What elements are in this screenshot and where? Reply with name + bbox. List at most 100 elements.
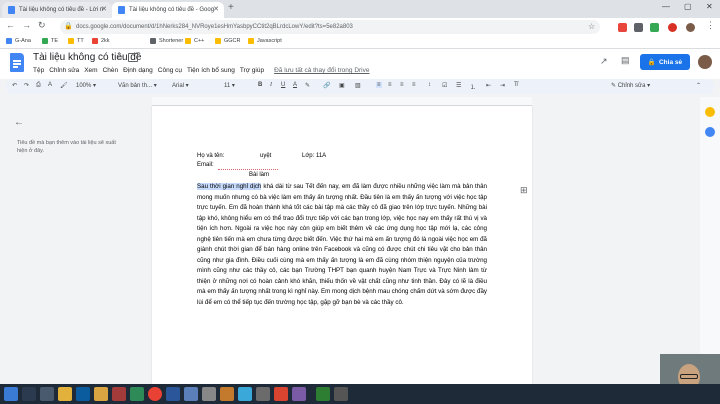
close-outline-back-icon[interactable]: ←: [14, 117, 24, 128]
window-close-icon[interactable]: ✕: [706, 2, 713, 11]
tasks-icon[interactable]: [705, 127, 715, 137]
extension-icon[interactable]: [618, 23, 627, 32]
profile-avatar-icon[interactable]: [686, 23, 695, 32]
menu-kebab-icon[interactable]: ⋮: [706, 20, 715, 31]
minimize-icon[interactable]: —: [662, 2, 670, 11]
style-select[interactable]: Văn bản th... ▾: [118, 82, 157, 89]
app-icon[interactable]: [292, 387, 306, 401]
extension-icon[interactable]: [650, 23, 659, 32]
clear-formatting-icon[interactable]: T̸: [514, 82, 518, 88]
italic-button[interactable]: I: [270, 82, 272, 88]
bold-button[interactable]: B: [258, 82, 262, 88]
star-icon[interactable]: ☆: [116, 52, 124, 63]
extension-icon[interactable]: [634, 23, 643, 32]
ruler[interactable]: [152, 97, 532, 106]
move-folder-icon[interactable]: [128, 53, 138, 62]
align-center-icon[interactable]: ≡: [388, 82, 392, 88]
menu-help[interactable]: Trợ giúp: [240, 67, 264, 74]
zoom-select[interactable]: 100% ▾: [76, 82, 96, 89]
spellcheck-icon[interactable]: A: [48, 82, 52, 88]
menu-insert[interactable]: Chèn: [103, 67, 119, 74]
app-icon[interactable]: [316, 387, 330, 401]
app-icon[interactable]: [238, 387, 252, 401]
app-icon[interactable]: [256, 387, 270, 401]
app-icon[interactable]: [184, 387, 198, 401]
bookmark-item[interactable]: G-Ana: [6, 38, 31, 44]
underline-button[interactable]: U: [281, 82, 285, 88]
start-icon[interactable]: [4, 387, 18, 401]
font-size-select[interactable]: 11 ▾: [224, 82, 235, 89]
reload-icon[interactable]: ↻: [38, 20, 46, 31]
undo-icon[interactable]: ↶: [12, 82, 17, 89]
close-tab-icon[interactable]: ✕: [101, 5, 107, 13]
app-icon[interactable]: [130, 387, 144, 401]
bookmark-item[interactable]: TE: [42, 38, 58, 44]
checklist-icon[interactable]: ☑: [442, 82, 447, 89]
decrease-indent-icon[interactable]: ⇤: [486, 82, 491, 89]
bookmark-item[interactable]: Shortener: [150, 38, 183, 44]
app-icon[interactable]: [220, 387, 234, 401]
editing-mode-select[interactable]: ✎ Chỉnh sửa ▾: [611, 82, 650, 89]
text-color-button[interactable]: A: [293, 82, 297, 88]
font-select[interactable]: Arial ▾: [172, 82, 189, 89]
bulleted-list-icon[interactable]: ☰: [456, 82, 461, 89]
app-icon[interactable]: [274, 387, 288, 401]
menu-file[interactable]: Tệp: [33, 67, 44, 74]
opera-icon[interactable]: [668, 23, 677, 32]
menu-tools[interactable]: Công cụ: [158, 67, 182, 74]
bookmark-item[interactable]: GGCR: [215, 38, 241, 44]
menu-edit[interactable]: Chỉnh sửa: [49, 67, 79, 74]
align-justify-icon[interactable]: ≡: [412, 82, 416, 88]
google-docs-logo-icon[interactable]: [10, 53, 24, 72]
new-tab-icon[interactable]: +: [228, 2, 234, 13]
add-comment-toolbar-icon[interactable]: ▣: [339, 82, 345, 89]
bookmark-item[interactable]: 2kk: [92, 38, 110, 44]
chrome-icon[interactable]: [148, 387, 162, 401]
menu-addons[interactable]: Tiện ích bổ sung: [187, 67, 235, 74]
document-title[interactable]: Tài liệu không có tiêu đề: [33, 52, 141, 63]
comment-icon[interactable]: ▤: [621, 55, 630, 66]
hide-menus-icon[interactable]: ⌃: [696, 82, 701, 89]
redo-icon[interactable]: ↷: [24, 82, 29, 89]
lock-icon[interactable]: 🔒: [64, 22, 73, 30]
insert-link-icon[interactable]: 🔗: [323, 82, 330, 89]
browser-tab-active[interactable]: Tài liệu không có tiêu đề - Goog ✕: [112, 2, 224, 18]
insert-image-icon[interactable]: ▧: [355, 82, 361, 89]
menu-format[interactable]: Định dạng: [123, 67, 153, 74]
document-page[interactable]: Họ và tên: uyệt Lớp: 11A Email: Bài làm …: [152, 106, 532, 396]
app-icon[interactable]: [112, 387, 126, 401]
print-icon[interactable]: ⎙: [36, 82, 41, 89]
numbered-list-icon[interactable]: ⒈: [470, 82, 476, 91]
bookmark-item[interactable]: TT: [68, 38, 84, 44]
word-icon[interactable]: [166, 387, 180, 401]
search-icon[interactable]: [22, 387, 36, 401]
keep-icon[interactable]: [705, 107, 715, 117]
app-icon[interactable]: [202, 387, 216, 401]
address-bar[interactable]: docs.google.com/document/d/1hNerks284_NV…: [60, 20, 600, 34]
browser-tab[interactable]: Tài liệu không có tiêu đề - Lời n ✕: [2, 2, 112, 18]
document-body[interactable]: Sau thời gian nghỉ dịch khá dài từ sau T…: [197, 182, 487, 308]
close-tab-icon[interactable]: ✕: [213, 5, 219, 13]
highlight-color-icon[interactable]: ✎: [305, 82, 310, 89]
bookmark-item[interactable]: Javascript: [248, 38, 282, 44]
maximize-icon[interactable]: ▢: [684, 2, 692, 11]
app-icon[interactable]: [334, 387, 348, 401]
back-icon[interactable]: ←: [6, 20, 15, 30]
saved-status[interactable]: Đã lưu tất cả thay đổi trong Drive: [274, 67, 369, 74]
increase-indent-icon[interactable]: ⇥: [500, 82, 505, 89]
user-avatar[interactable]: [698, 55, 712, 69]
forward-icon[interactable]: →: [22, 20, 31, 30]
folder-icon[interactable]: [94, 387, 108, 401]
file-explorer-icon[interactable]: [58, 387, 72, 401]
bookmark-star-icon[interactable]: ☆: [588, 22, 595, 31]
align-right-icon[interactable]: ≡: [400, 82, 404, 88]
add-comment-icon[interactable]: ⊞: [520, 185, 528, 196]
share-button[interactable]: 🔒 Chia sẻ: [640, 54, 690, 70]
task-view-icon[interactable]: [40, 387, 54, 401]
activity-trend-icon[interactable]: ↗: [600, 56, 610, 66]
align-left-icon[interactable]: ≡: [376, 82, 382, 88]
menu-view[interactable]: Xem: [84, 67, 97, 74]
line-spacing-icon[interactable]: ↕: [428, 82, 431, 88]
bookmark-item[interactable]: C++: [185, 38, 204, 44]
edge-icon[interactable]: [76, 387, 90, 401]
